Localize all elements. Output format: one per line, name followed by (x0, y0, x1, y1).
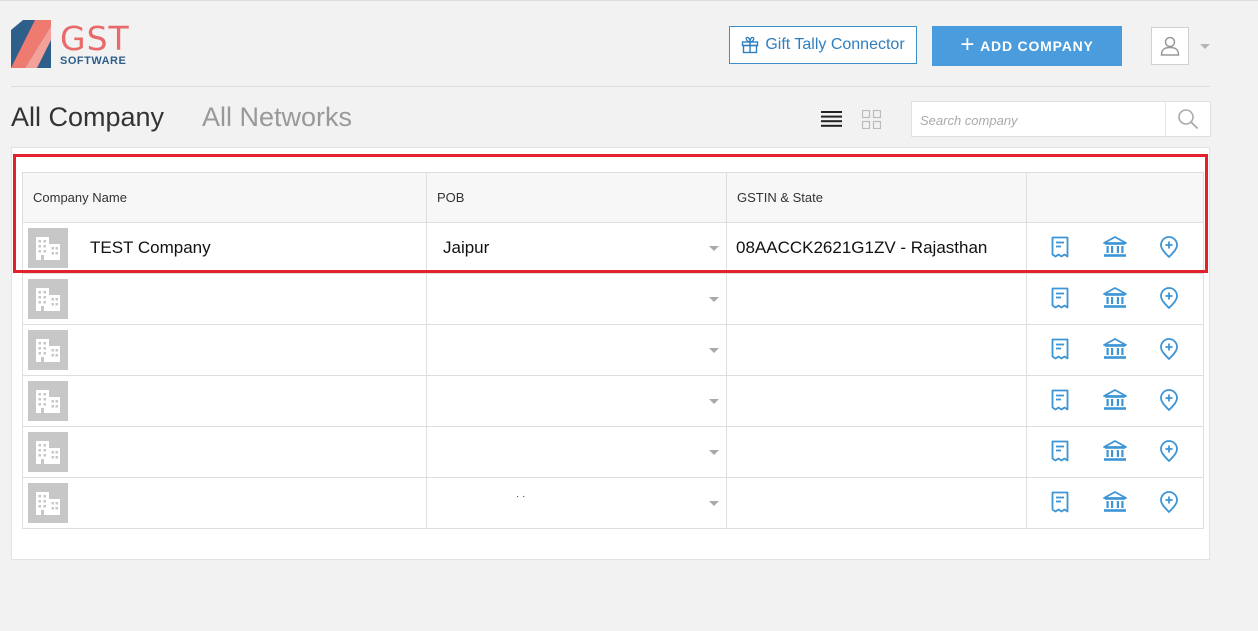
app-logo[interactable]: GST SOFTWARE (11, 19, 141, 70)
plus-icon: + (960, 30, 976, 58)
building-icon (28, 483, 68, 523)
gstin-state (727, 340, 736, 359)
pob-select[interactable]: Jaipur (426, 222, 727, 274)
brand-subtitle: SOFTWARE (60, 55, 127, 67)
bank-icon[interactable] (1103, 491, 1127, 513)
logo-mark-icon (11, 20, 51, 68)
chevron-down-icon[interactable] (709, 246, 719, 251)
receipt-icon[interactable] (1051, 389, 1069, 411)
table-header-row: Company Name POB GSTIN & State (22, 172, 1204, 223)
chevron-down-icon[interactable] (709, 450, 719, 455)
bank-icon[interactable] (1103, 236, 1127, 258)
building-icon (28, 381, 68, 421)
pob-select[interactable] (426, 426, 727, 478)
pob-select[interactable] (426, 375, 727, 427)
gift-tally-connector-button[interactable]: Gift Tally Connector (729, 26, 917, 64)
chevron-down-icon[interactable] (709, 501, 719, 506)
header-company-name: Company Name (22, 172, 427, 223)
add-location-icon[interactable] (1159, 236, 1179, 258)
pob-select[interactable] (426, 477, 727, 529)
bank-icon[interactable] (1103, 338, 1127, 360)
gstin-state (727, 442, 736, 461)
header-actions (1026, 172, 1204, 223)
bank-icon[interactable] (1103, 287, 1127, 309)
pob-select[interactable] (426, 273, 727, 325)
search-box (911, 101, 1211, 138)
add-location-icon[interactable] (1159, 491, 1179, 513)
header-gstin-state: GSTIN & State (726, 172, 1027, 223)
grid-view-icon[interactable] (862, 110, 881, 129)
building-icon (28, 279, 68, 319)
add-location-icon[interactable] (1159, 389, 1179, 411)
gstin-state (727, 391, 736, 410)
search-icon (1178, 109, 1199, 130)
gift-icon (742, 36, 759, 54)
chevron-down-icon[interactable] (709, 348, 719, 353)
chevron-down-icon[interactable] (709, 399, 719, 404)
header-pob: POB (426, 172, 727, 223)
tab-all-networks[interactable]: All Networks (202, 102, 352, 133)
brand-name: GST (60, 19, 130, 58)
table-row[interactable]: TEST Company Jaipur 08AACCK2621G1ZV - Ra… (22, 222, 1204, 274)
user-menu-chevron-down-icon[interactable] (1200, 44, 1210, 49)
gift-tally-connector-label: Gift Tally Connector (765, 36, 905, 53)
chevron-down-icon[interactable] (709, 297, 719, 302)
user-avatar-button[interactable] (1151, 27, 1189, 65)
receipt-icon[interactable] (1051, 236, 1069, 258)
list-view-icon[interactable] (821, 111, 842, 127)
add-location-icon[interactable] (1159, 440, 1179, 462)
top-divider (0, 0, 1258, 1)
add-location-icon[interactable] (1159, 338, 1179, 360)
receipt-icon[interactable] (1051, 287, 1069, 309)
building-icon (28, 330, 68, 370)
table-row[interactable] (22, 375, 1204, 427)
stray-mark: · · (516, 491, 526, 502)
pob-value: Jaipur (443, 238, 490, 257)
receipt-icon[interactable] (1051, 491, 1069, 513)
table-row[interactable] (22, 273, 1204, 325)
gstin-state (727, 493, 736, 512)
pob-select[interactable] (426, 324, 727, 376)
search-button[interactable] (1165, 102, 1210, 136)
bank-icon[interactable] (1103, 389, 1127, 411)
add-location-icon[interactable] (1159, 287, 1179, 309)
company-table: Company Name POB GSTIN & State TEST Comp… (22, 172, 1204, 529)
table-row[interactable] (22, 426, 1204, 478)
table-row[interactable] (22, 324, 1204, 376)
header-divider (11, 86, 1210, 87)
add-company-label: ADD COMPANY (980, 38, 1094, 54)
gstin-state (727, 289, 736, 308)
search-input[interactable] (912, 102, 1177, 138)
add-company-button[interactable]: + ADD COMPANY (932, 26, 1122, 66)
building-icon (28, 432, 68, 472)
company-name[interactable]: TEST Company (90, 238, 211, 258)
receipt-icon[interactable] (1051, 440, 1069, 462)
user-icon (1160, 36, 1180, 56)
receipt-icon[interactable] (1051, 338, 1069, 360)
gstin-state: 08AACCK2621G1ZV - Rajasthan (736, 238, 988, 257)
building-icon (28, 228, 68, 268)
tab-all-company[interactable]: All Company (11, 102, 164, 133)
bank-icon[interactable] (1103, 440, 1127, 462)
table-row[interactable] (22, 477, 1204, 529)
